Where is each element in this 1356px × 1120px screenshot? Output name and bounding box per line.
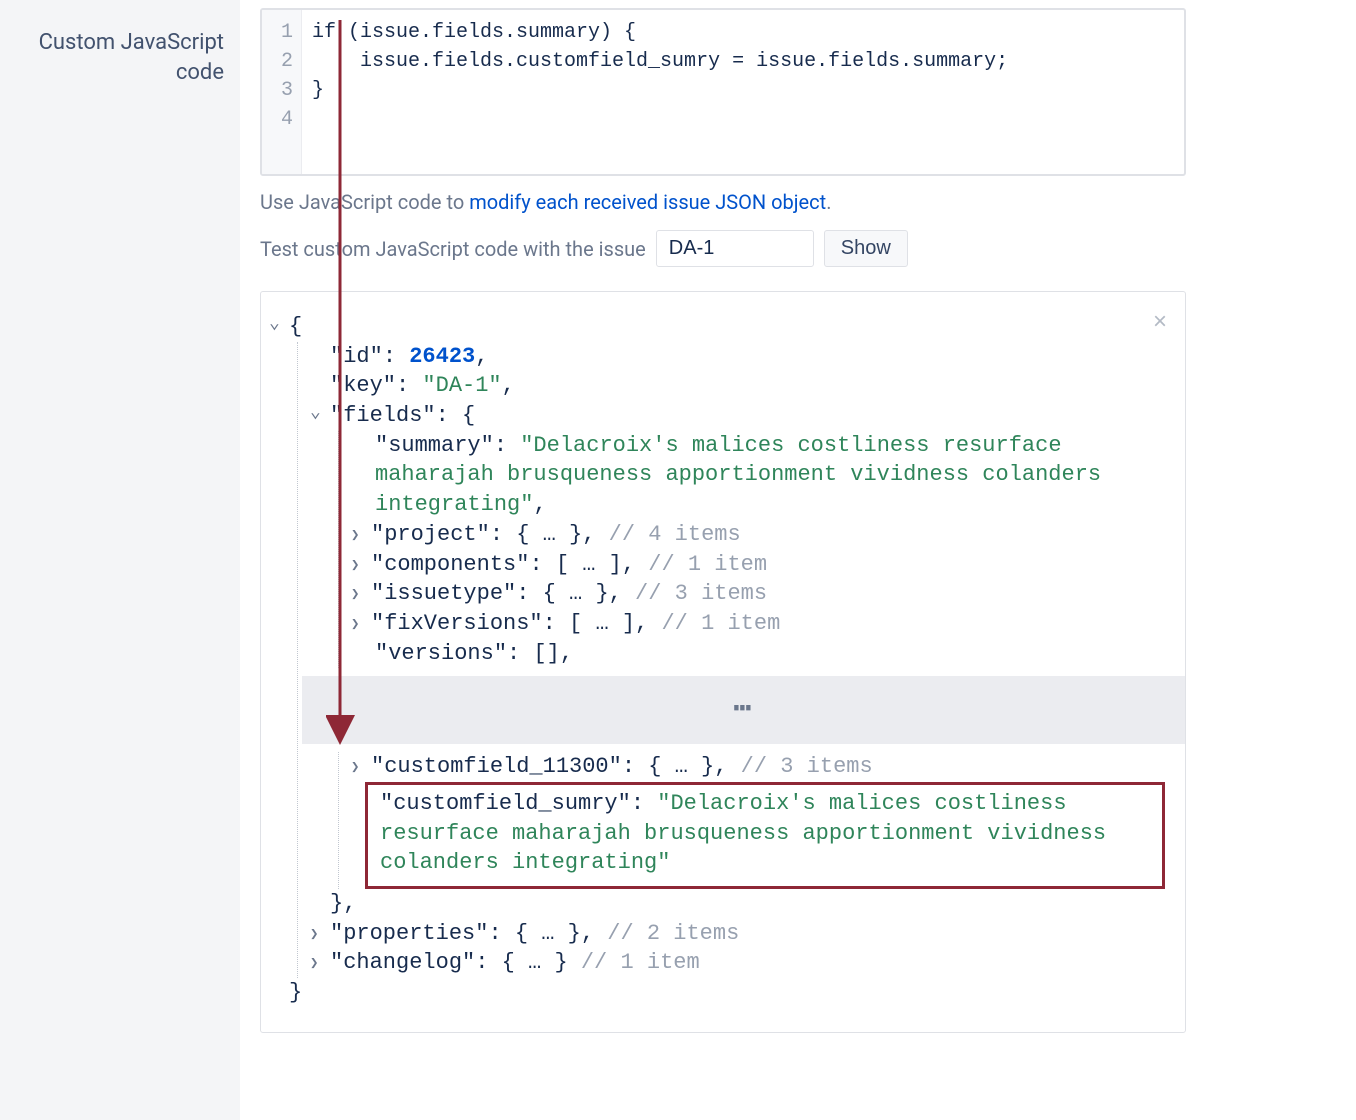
chevron-right-icon[interactable] [351,557,365,576]
chevron-right-icon[interactable] [351,527,365,546]
json-result-panel: × { "id": 26423, "key": "DA-1", "fields"… [260,291,1186,1033]
test-label: Test custom JavaScript code with the iss… [260,237,646,261]
chevron-right-icon[interactable] [351,759,365,778]
chevron-down-icon[interactable] [269,312,283,338]
issue-key-input[interactable] [656,230,814,267]
chevron-right-icon[interactable] [310,955,324,974]
doc-link[interactable]: modify each received issue JSON object [469,190,826,214]
close-icon[interactable]: × [1153,306,1167,338]
line-gutter: 1 2 3 4 [262,10,302,174]
chevron-right-icon[interactable] [310,926,324,945]
chevron-right-icon[interactable] [351,616,365,635]
collapsed-ellipsis[interactable]: ⋯ [302,676,1185,744]
helper-text: Use JavaScript code to modify each recei… [260,190,1186,214]
chevron-right-icon[interactable] [351,586,365,605]
code-body[interactable]: if (issue.fields.summary) { issue.fields… [302,10,1184,174]
sidebar-label: Custom JavaScript code [0,0,240,1120]
code-editor[interactable]: 1 2 3 4 if (issue.fields.summary) { issu… [260,8,1186,176]
chevron-down-icon[interactable] [310,401,324,427]
highlighted-result: "customfield_sumry": "Delacroix's malice… [365,782,1165,889]
show-button[interactable]: Show [824,230,908,267]
